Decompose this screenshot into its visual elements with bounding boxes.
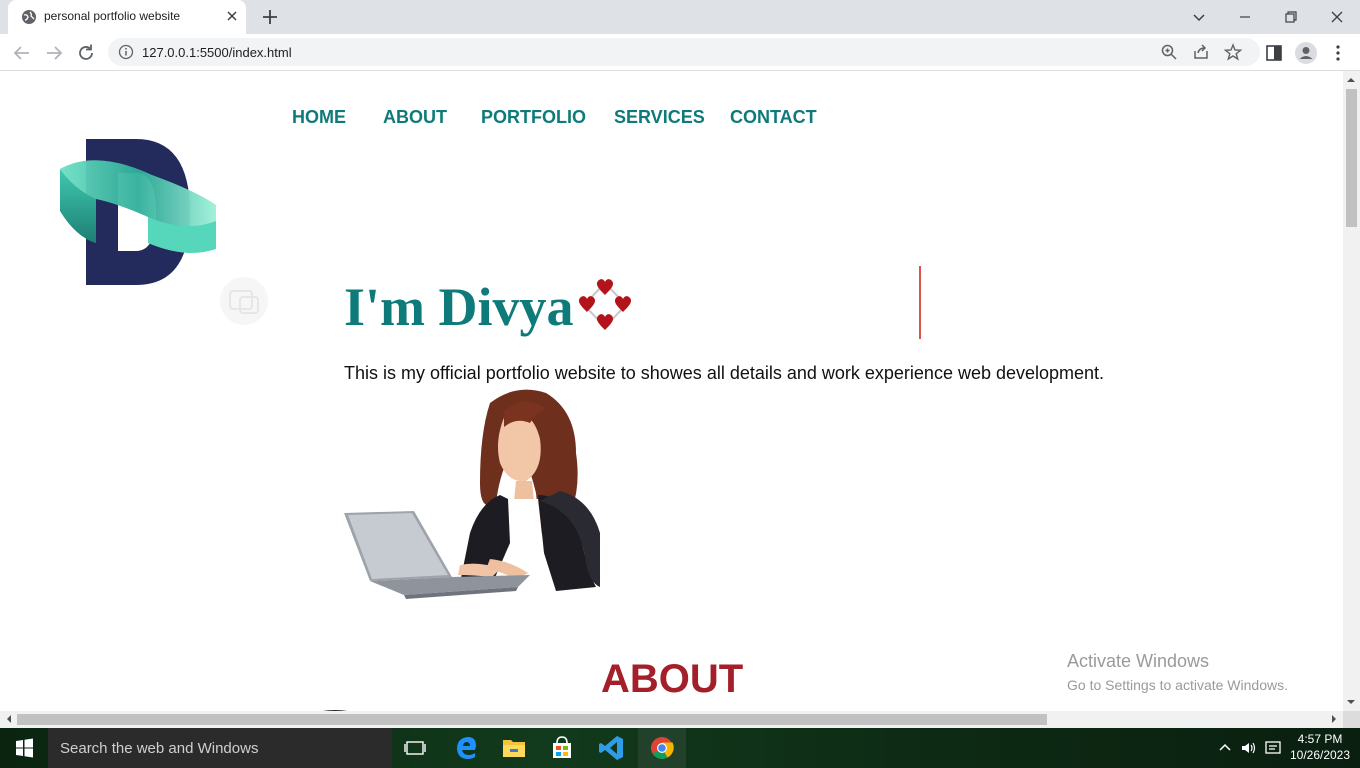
side-panel-icon[interactable]: [1262, 41, 1286, 65]
about-heading: ABOUT: [601, 657, 744, 701]
notifications-icon[interactable]: [1264, 739, 1282, 757]
nav-services[interactable]: SERVICES: [614, 107, 705, 128]
scrollbar-corner: [1343, 711, 1360, 728]
back-icon[interactable]: [10, 41, 34, 65]
tray-chevron-up-icon[interactable]: [1216, 739, 1234, 757]
window-close-icon[interactable]: [1324, 4, 1350, 30]
site-logo[interactable]: [56, 139, 220, 291]
reload-icon[interactable]: [74, 41, 98, 65]
tab-search-icon[interactable]: [1186, 4, 1212, 30]
nav-contact[interactable]: CONTACT: [730, 107, 817, 128]
tab-title: personal portfolio website: [44, 9, 181, 23]
scroll-left-icon[interactable]: [4, 714, 14, 724]
minimize-icon[interactable]: [1232, 4, 1258, 30]
taskbar-clock[interactable]: 4:57 PM 10/26/2023: [1288, 731, 1352, 763]
vscode-icon[interactable]: [588, 728, 636, 768]
taskbar-search[interactable]: Search the web and Windows: [48, 728, 392, 768]
activate-windows-watermark: Activate Windows Go to Settings to activ…: [1067, 651, 1288, 693]
volume-icon[interactable]: [1240, 739, 1258, 757]
url-text[interactable]: 127.0.0.1:5500/index.html: [142, 45, 292, 60]
edge-icon[interactable]: [442, 728, 490, 768]
scroll-right-icon[interactable]: [1329, 714, 1339, 724]
horizontal-scroll-thumb[interactable]: [17, 714, 1047, 725]
close-icon[interactable]: [224, 8, 240, 24]
forward-icon[interactable]: [42, 41, 66, 65]
hearts-icon: [578, 279, 632, 330]
hero-description: This is my official portfolio website to…: [344, 363, 1105, 383]
taskbar: Search the web and Windows 4:57 PM 10/26…: [0, 728, 1360, 768]
browser-toolbar: 127.0.0.1:5500/index.html: [0, 34, 1360, 71]
scroll-down-icon[interactable]: [1346, 697, 1356, 707]
profile-avatar-icon[interactable]: [1294, 41, 1318, 65]
menu-kebab-icon[interactable]: [1326, 41, 1350, 65]
address-bar[interactable]: 127.0.0.1:5500/index.html: [108, 38, 1260, 66]
info-icon[interactable]: [118, 44, 134, 60]
page-viewport: HOME ABOUT PORTFOLIO SERVICES CONTACT I'…: [0, 71, 1343, 711]
globe-icon: [22, 10, 36, 24]
hero-photo-woman-laptop: [344, 389, 600, 599]
taskbar-search-placeholder: Search the web and Windows: [60, 740, 259, 757]
browser-tab[interactable]: personal portfolio website: [8, 0, 246, 34]
watermark-title: Activate Windows: [1067, 651, 1210, 671]
typing-cursor: [919, 266, 921, 339]
nav-about[interactable]: ABOUT: [383, 107, 447, 128]
bookmark-star-icon[interactable]: [1224, 43, 1242, 61]
nav-home[interactable]: HOME: [292, 107, 346, 128]
vertical-scrollbar[interactable]: [1343, 71, 1360, 711]
share-icon[interactable]: [1192, 43, 1210, 61]
watermark-subtitle: Go to Settings to activate Windows.: [1067, 677, 1288, 693]
faded-icon: [220, 277, 268, 325]
scroll-up-icon[interactable]: [1346, 75, 1356, 85]
about-photo: [323, 710, 347, 711]
new-tab-icon[interactable]: [260, 7, 280, 27]
nav-portfolio[interactable]: PORTFOLIO: [481, 107, 586, 128]
clock-date: 10/26/2023: [1289, 748, 1351, 762]
hero-title: I'm Divya: [344, 277, 574, 337]
store-icon[interactable]: [538, 728, 586, 768]
zoom-icon[interactable]: [1160, 43, 1178, 61]
file-explorer-icon[interactable]: [490, 728, 538, 768]
horizontal-scrollbar[interactable]: [0, 711, 1343, 728]
clock-time: 4:57 PM: [1297, 732, 1343, 746]
task-view-icon[interactable]: [392, 728, 440, 768]
restore-icon[interactable]: [1278, 4, 1304, 30]
tab-strip: personal portfolio website: [0, 0, 1360, 34]
windows-start-icon[interactable]: [0, 728, 48, 768]
chrome-icon[interactable]: [638, 728, 686, 768]
vertical-scroll-thumb[interactable]: [1346, 89, 1357, 227]
